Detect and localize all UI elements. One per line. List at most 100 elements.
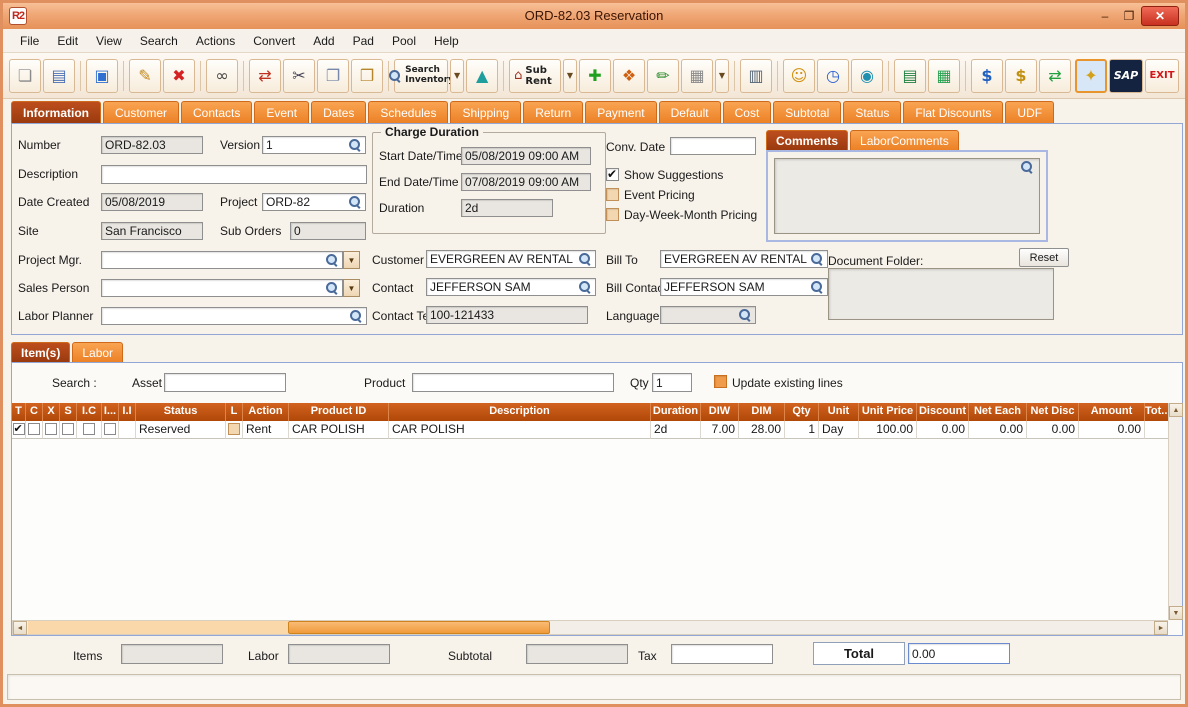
tab-status[interactable]: Status xyxy=(843,101,902,123)
catalog-button[interactable]: ▤ xyxy=(894,58,926,93)
paste-button[interactable]: ❒ xyxy=(351,58,383,93)
project-mgr-dropdown[interactable]: ▼ xyxy=(343,251,360,269)
description-field[interactable] xyxy=(101,165,367,184)
col-header-total[interactable]: Tot... xyxy=(1145,403,1168,421)
tab-subtotal[interactable]: Subtotal xyxy=(773,101,842,123)
reset-button[interactable]: Reset xyxy=(1019,248,1069,267)
menu-item-pad[interactable]: Pad xyxy=(344,31,383,51)
history-button[interactable]: ◷ xyxy=(817,58,849,93)
col-header-net-disc[interactable]: Net Disc xyxy=(1027,403,1079,421)
tab-labor-comments[interactable]: LaborComments xyxy=(850,130,959,150)
col-header-s[interactable]: S xyxy=(60,403,77,421)
col-header-unit[interactable]: Unit xyxy=(819,403,859,421)
pool-button[interactable]: ❖ xyxy=(613,58,645,93)
sub-rent-button[interactable]: ⌂ Sub Rent xyxy=(509,58,561,93)
comments-textarea[interactable] xyxy=(774,158,1040,234)
bill-to-field[interactable]: EVERGREEN AV RENTAL xyxy=(660,250,828,268)
scroll-left-button[interactable]: ◄ xyxy=(13,621,27,635)
day-week-month-pricing-checkbox[interactable] xyxy=(606,208,619,221)
search-inventory-button[interactable]: Search Inventory xyxy=(389,58,454,93)
close-button[interactable]: ✕ xyxy=(1141,6,1179,26)
row-i1-checkbox[interactable] xyxy=(104,423,116,435)
edit-note-button[interactable]: ✏ xyxy=(647,58,679,93)
shapes-3d-button[interactable]: ▲ xyxy=(466,58,499,93)
col-header-ic[interactable]: I.C xyxy=(77,403,102,421)
money-button[interactable]: $ xyxy=(1005,58,1037,93)
row-duration-cell[interactable]: 2d xyxy=(651,421,701,439)
tab-event[interactable]: Event xyxy=(254,101,310,123)
tab-labor[interactable]: Labor xyxy=(72,342,124,362)
col-header-unit-price[interactable]: Unit Price xyxy=(859,403,917,421)
tab-customer[interactable]: Customer xyxy=(103,101,180,123)
convert-document-button[interactable]: ⇄ xyxy=(249,58,281,93)
col-header-i1[interactable]: I... xyxy=(102,403,119,421)
row-c-checkbox[interactable] xyxy=(28,423,40,435)
update-existing-lines-checkbox[interactable] xyxy=(714,375,727,388)
dollar-transfer-button[interactable]: $ xyxy=(971,58,1003,93)
col-header-amount[interactable]: Amount xyxy=(1079,403,1145,421)
col-header-t[interactable]: T xyxy=(12,403,26,421)
col-header-description[interactable]: Description xyxy=(389,403,651,421)
fax-button[interactable]: ▥ xyxy=(740,58,772,93)
labor-planner-lookup-icon[interactable] xyxy=(349,309,363,323)
bill-contact-field[interactable]: JEFFERSON SAM xyxy=(660,278,828,296)
minimize-button[interactable]: – xyxy=(1095,6,1115,26)
conv-date-field[interactable] xyxy=(670,137,756,155)
col-header-x[interactable]: X xyxy=(43,403,60,421)
menu-item-add[interactable]: Add xyxy=(304,31,343,51)
sales-person-dropdown[interactable]: ▼ xyxy=(343,279,360,297)
tab-shipping[interactable]: Shipping xyxy=(450,101,522,123)
bill-to-lookup-icon[interactable] xyxy=(810,252,824,266)
exit-button[interactable]: EXIT xyxy=(1145,58,1179,93)
menu-item-view[interactable]: View xyxy=(87,31,131,51)
search-inventory-dropdown[interactable]: ▼ xyxy=(450,58,465,93)
smiley-button[interactable]: ☺ xyxy=(783,58,815,93)
col-header-ii[interactable]: I.I xyxy=(119,403,136,421)
sales-person-lookup-icon[interactable] xyxy=(325,281,339,295)
project-mgr-lookup-icon[interactable] xyxy=(325,253,339,267)
scroll-right-button[interactable]: ► xyxy=(1154,621,1168,635)
menu-item-actions[interactable]: Actions xyxy=(187,31,244,51)
tab-udf[interactable]: UDF xyxy=(1005,101,1055,123)
tab-comments[interactable]: Comments xyxy=(766,130,849,150)
row-product-id-cell[interactable]: CAR POLISH xyxy=(289,421,389,439)
sheet-edit-button[interactable]: ▦ xyxy=(928,58,960,93)
menu-item-help[interactable]: Help xyxy=(425,31,468,51)
show-suggestions-checkbox[interactable] xyxy=(606,167,619,181)
sub-rent-dropdown[interactable]: ▼ xyxy=(563,58,577,93)
row-discount-cell[interactable]: 0.00 xyxy=(917,421,969,439)
asset-search-input[interactable] xyxy=(164,373,286,392)
project-mgr-field[interactable] xyxy=(101,251,343,269)
product-search-input[interactable] xyxy=(412,373,614,392)
currency-exchange-button[interactable]: ⇄ xyxy=(1039,58,1071,93)
contact-tel-field[interactable]: 100-121433 xyxy=(426,306,588,324)
col-header-c[interactable]: C xyxy=(26,403,43,421)
row-l-checkbox[interactable] xyxy=(228,423,240,435)
row-unit-cell[interactable]: Day xyxy=(819,421,859,439)
copy-button[interactable]: ❐ xyxy=(317,58,349,93)
row-tag-checkbox[interactable] xyxy=(12,421,25,438)
customer-field[interactable]: EVERGREEN AV RENTAL xyxy=(426,250,596,268)
col-header-diw[interactable]: DIW xyxy=(701,403,739,421)
maximize-button[interactable]: ❐ xyxy=(1119,6,1139,26)
scroll-up-button[interactable]: ▲ xyxy=(1169,403,1183,417)
table-row[interactable]: Reserved Rent CAR POLISH CAR POLISH 2d 7… xyxy=(12,421,1168,439)
pad-grid-dropdown[interactable]: ▼ xyxy=(715,58,729,93)
horizontal-scrollbar[interactable]: ◄ ► xyxy=(12,620,1168,635)
start-datetime-field[interactable]: 05/08/2019 09:00 AM xyxy=(461,147,591,165)
row-amount-cell[interactable]: 0.00 xyxy=(1079,421,1145,439)
horizontal-scroll-thumb[interactable] xyxy=(288,621,550,634)
project-field[interactable]: ORD-82 xyxy=(262,193,366,211)
row-ic-checkbox[interactable] xyxy=(83,423,95,435)
tab-default[interactable]: Default xyxy=(658,101,721,123)
cut-button[interactable]: ✂ xyxy=(283,58,315,93)
customer-lookup-icon[interactable] xyxy=(578,252,592,266)
tab-contacts[interactable]: Contacts xyxy=(181,101,253,123)
col-header-l[interactable]: L xyxy=(226,403,243,421)
bill-contact-lookup-icon[interactable] xyxy=(810,280,824,294)
row-qty-cell[interactable]: 1 xyxy=(785,421,819,439)
row-s-checkbox[interactable] xyxy=(62,423,74,435)
col-header-dim[interactable]: DIM xyxy=(739,403,785,421)
col-header-action[interactable]: Action xyxy=(243,403,289,421)
language-lookup-icon[interactable] xyxy=(738,308,752,322)
